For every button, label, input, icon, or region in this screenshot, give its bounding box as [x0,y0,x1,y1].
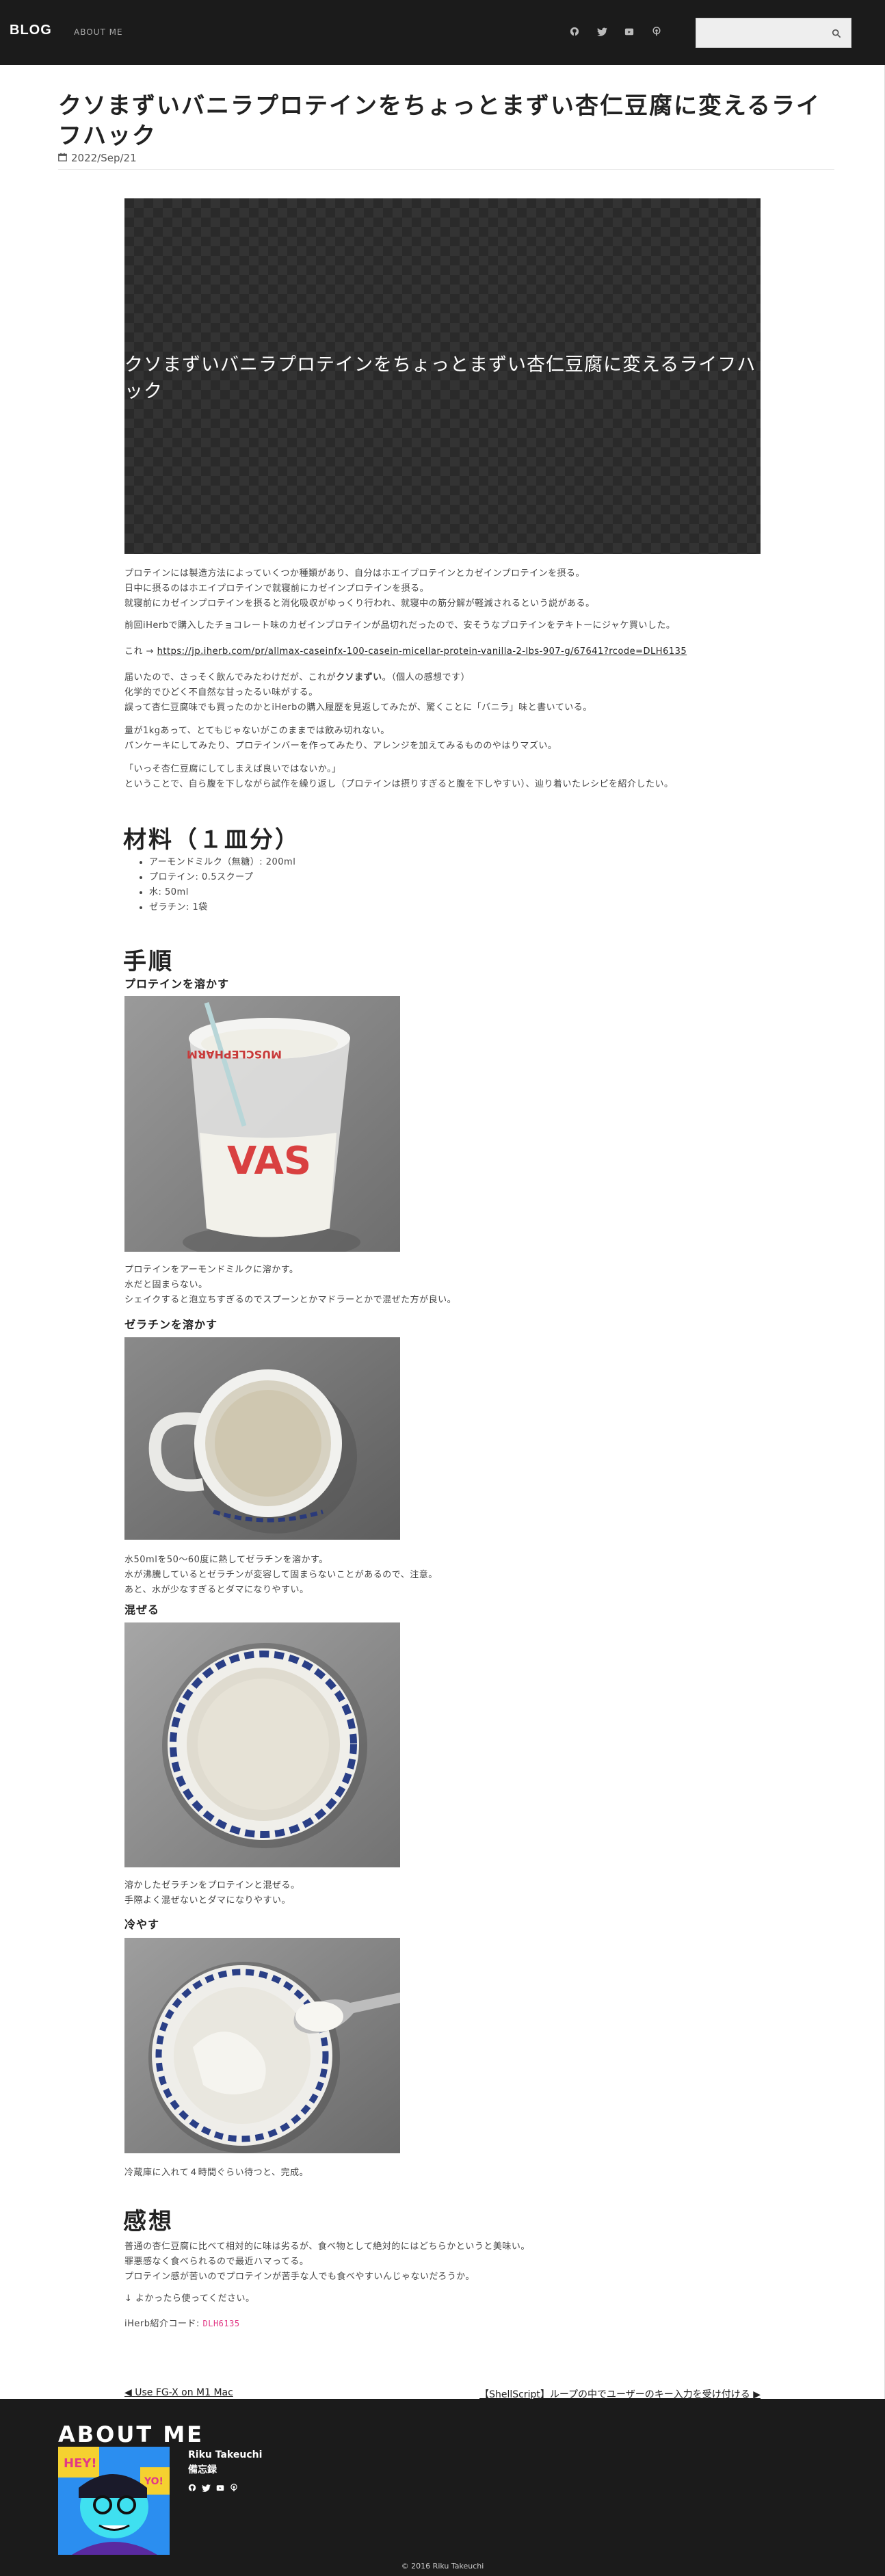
referral-code-paragraph: iHerb紹介コード: DLH6135 [124,2316,761,2332]
idea-paragraph: 「いっそ杏仁豆腐にしてしまえば良いではないか。」 ということで、自ら腹を下しなが… [124,762,761,792]
protein-shaker-photo: MUSCLEPHARM VAS [124,996,400,1252]
referral-code-label: iHerb紹介コード: [124,2319,203,2329]
text-line: 日中に摂るのはホエイプロテインで就寝前にカゼインプロテインを摂る。 [124,583,430,594]
search-box [696,18,851,48]
cup-label-text: MUSCLEPHARM [187,1048,282,1061]
step-4-text: 冷蔵庫に入れて４時間ぐらい待つと、完成。 [124,2166,761,2181]
text-line: 水が沸騰しているとゼラチンが変容して固まらないことがあるので、注意。 [124,1570,438,1580]
text-line: 「いっそ杏仁豆腐にしてしまえば良いではないか。」 [124,764,341,774]
step-2-text: 水50mlを50〜60度に熱してゼラチンを溶かす。 水が沸騰しているとゼラチンが… [124,1553,761,1598]
hero-title: クソまずいバニラプロテインをちょっとまずい杏仁豆腐に変えるライフハック [124,354,756,402]
text-line: 水50mlを50〜60度に熱してゼラチンを溶かす。 [124,1555,328,1565]
finished-pudding-photo [124,1938,400,2153]
ingredients-heading: 材料（１皿分） [123,826,300,854]
post-date-text: 2022/Sep/21 [71,152,137,164]
text-line: プロテインには製造方法によっていくつか種類があり、自分はホエイプロテインとカゼイ… [124,568,585,579]
step-4-heading: 冷やす [124,1918,160,1931]
mixing-bowl-photo [124,1622,400,1867]
amount-paragraph: 量が1kgあって、とてもじゃないがこのままでは飲み切れない。 パンケーキにしてみ… [124,724,761,754]
text-line: あと、水が少なすぎるとダマになりやすい。 [124,1585,309,1595]
try-text: ↓ よかったら使ってください。 [124,2291,761,2306]
text-line: 普通の杏仁豆腐に比べて相対的に味は劣るが、食べ物として絶対的にはどちらかというと… [124,2242,530,2252]
top-navbar: BLOG ABOUT ME [0,0,885,65]
link-prefix: これ → [124,646,157,657]
svg-text:VAS: VAS [227,1139,311,1183]
text-line: 水だと固まらない。 [124,1280,208,1290]
referral-code: DLH6135 [202,2319,240,2328]
text-line: パンケーキにしてみたり、プロテインバーを作ってみたり、アレンジを加えてみるものの… [124,741,557,751]
brand-link[interactable]: BLOG [10,23,52,38]
github-icon[interactable] [568,25,581,38]
text-line: 誤って杏仁豆腐味でも買ったのかとiHerbの購入履歴を見返してみたが、驚くことに… [124,702,592,713]
step-1-heading: プロテインを溶かす [124,977,230,990]
text-line: ということで、自ら腹を下しながら試作を繰り返し（プロテインは摂りすぎると腹を下し… [124,779,674,789]
avatar-text-yo: YO! [144,2476,163,2487]
nav-social-icons [568,25,663,38]
avatar: HEY! YO! [58,2447,170,2555]
step-3-text: 溶かしたゼラチンをプロテインと混ぜる。 手際よく混ぜないとダマになりやすい。 [124,1878,761,1908]
text-line: 量が1kgあって、とてもじゃないがこのままでは飲み切れない。 [124,726,390,736]
nav-about-link[interactable]: ABOUT ME [74,27,123,37]
arrived-paragraph: 届いたので、さっそく飲んでみたわけだが、これがクソまずい。（個人の感想です） 化… [124,670,761,715]
search-icon[interactable] [832,28,841,38]
author-subtitle: 備忘録 [188,2465,217,2475]
hero-image: クソまずいバニラプロテインをちょっとまずい杏仁豆腐に変えるライフハック [124,198,761,554]
youtube-icon[interactable] [216,2482,224,2495]
impressions-heading: 感想 [123,2208,174,2235]
arrow-left-icon: ◀ [124,2387,132,2398]
text-fragment: 。（個人の感想です） [382,672,471,683]
steps-heading: 手順 [123,948,174,975]
divider [58,169,834,170]
gelatin-cup-photo [124,1337,400,1540]
twitter-icon[interactable] [202,2482,211,2495]
product-link-paragraph: これ → https://jp.iherb.com/pr/allmax-case… [124,644,761,659]
product-link[interactable]: https://jp.iherb.com/pr/allmax-caseinfx-… [157,646,687,657]
prev-post-link[interactable]: ◀ Use FG-X on M1 Mac [124,2387,233,2398]
intro-paragraph-2: 前回iHerbで購入したチョコレート味のカゼインプロテインが品切れだったので、安… [124,618,761,633]
copyright: © 2016 Riku Takeuchi [401,2562,484,2571]
twitter-icon[interactable] [595,25,609,38]
author-info: Riku Takeuchi 備忘録 [188,2447,262,2478]
text-line: プロテイン感が苦いのでプロテインが苦手な人でも食べやすいんじゃないだろうか。 [124,2272,475,2282]
github-icon[interactable] [188,2482,196,2495]
page: BLOG ABOUT ME クソまずいバニラプロテインをちょっとまずい杏仁豆腐に… [0,0,885,2576]
step-3-heading: 混ぜる [124,1603,160,1616]
list-item: プロテイン: 0.5スクープ [149,870,559,885]
impressions-text: 普通の杏仁豆腐に比べて相対的に味は劣るが、食べ物として絶対的にはどちらかというと… [124,2239,761,2285]
text-line: 溶かしたゼラチンをプロテインと混ぜる。 [124,1880,300,1891]
avatar-text-hey: HEY! [64,2456,97,2471]
text-line: シェイクすると泡立ちすぎるのでスプーンとかマドラーとかで混ぜた方が良い。 [124,1295,457,1305]
calendar-icon [58,152,67,164]
text-line: 化学的でひどく不自然な甘ったるい味がする。 [124,687,318,698]
about-heading: ABOUT ME [58,2421,204,2447]
step-2-heading: ゼラチンを溶かす [124,1318,218,1331]
podcast-icon[interactable] [650,25,663,38]
text-line: 就寝前にカゼインプロテインを摂ると消化吸収がゆっくり行われ、就寝中の筋分解が軽減… [124,599,595,609]
post-title: クソまずいバニラプロテインをちょっとまずい杏仁豆腐に変えるライ フハック [58,91,831,151]
list-item: 水: 50ml [149,885,559,900]
prev-post-label: Use FG-X on M1 Mac [135,2387,233,2398]
list-item: ゼラチン: 1袋 [149,900,559,915]
step-1-text: プロテインをアーモンドミルクに溶かす。 水だと固まらない。 シェイクすると泡立ち… [124,1263,761,1308]
post-date: 2022/Sep/21 [58,152,137,164]
text-line: 手際よく混ぜないとダマになりやすい。 [124,1895,291,1906]
text-line: ↓ よかったら使ってください。 [124,2294,255,2304]
text-fragment: 届いたので、さっそく飲んでみたわけだが、これが [124,672,336,683]
post-title-line-1: クソまずいバニラプロテインをちょっとまずい杏仁豆腐に変えるライ [58,92,821,120]
ingredients-list: アーモンドミルク（無糖）: 200ml プロテイン: 0.5スクープ 水: 50… [149,855,559,915]
emphasis-text: クソまずい [336,672,382,683]
list-item: アーモンドミルク（無糖）: 200ml [149,855,559,870]
youtube-icon[interactable] [622,25,636,38]
intro-paragraph-1: プロテインには製造方法によっていくつか種類があり、自分はホエイプロテインとカゼイ… [124,566,761,612]
post-title-line-2: フハック [58,122,157,150]
search-input[interactable] [696,18,826,47]
text-line: 前回iHerbで購入したチョコレート味のカゼインプロテインが品切れだったので、安… [124,620,676,631]
podcast-icon[interactable] [230,2482,238,2495]
text-line: 罪悪感なく食べられるので最近ハマってる。 [124,2257,309,2267]
text-line: 冷蔵庫に入れて４時間ぐらい待つと、完成。 [124,2168,309,2178]
footer-social-icons [188,2482,238,2495]
text-line: プロテインをアーモンドミルクに溶かす。 [124,1265,299,1275]
author-name: Riku Takeuchi [188,2449,263,2460]
